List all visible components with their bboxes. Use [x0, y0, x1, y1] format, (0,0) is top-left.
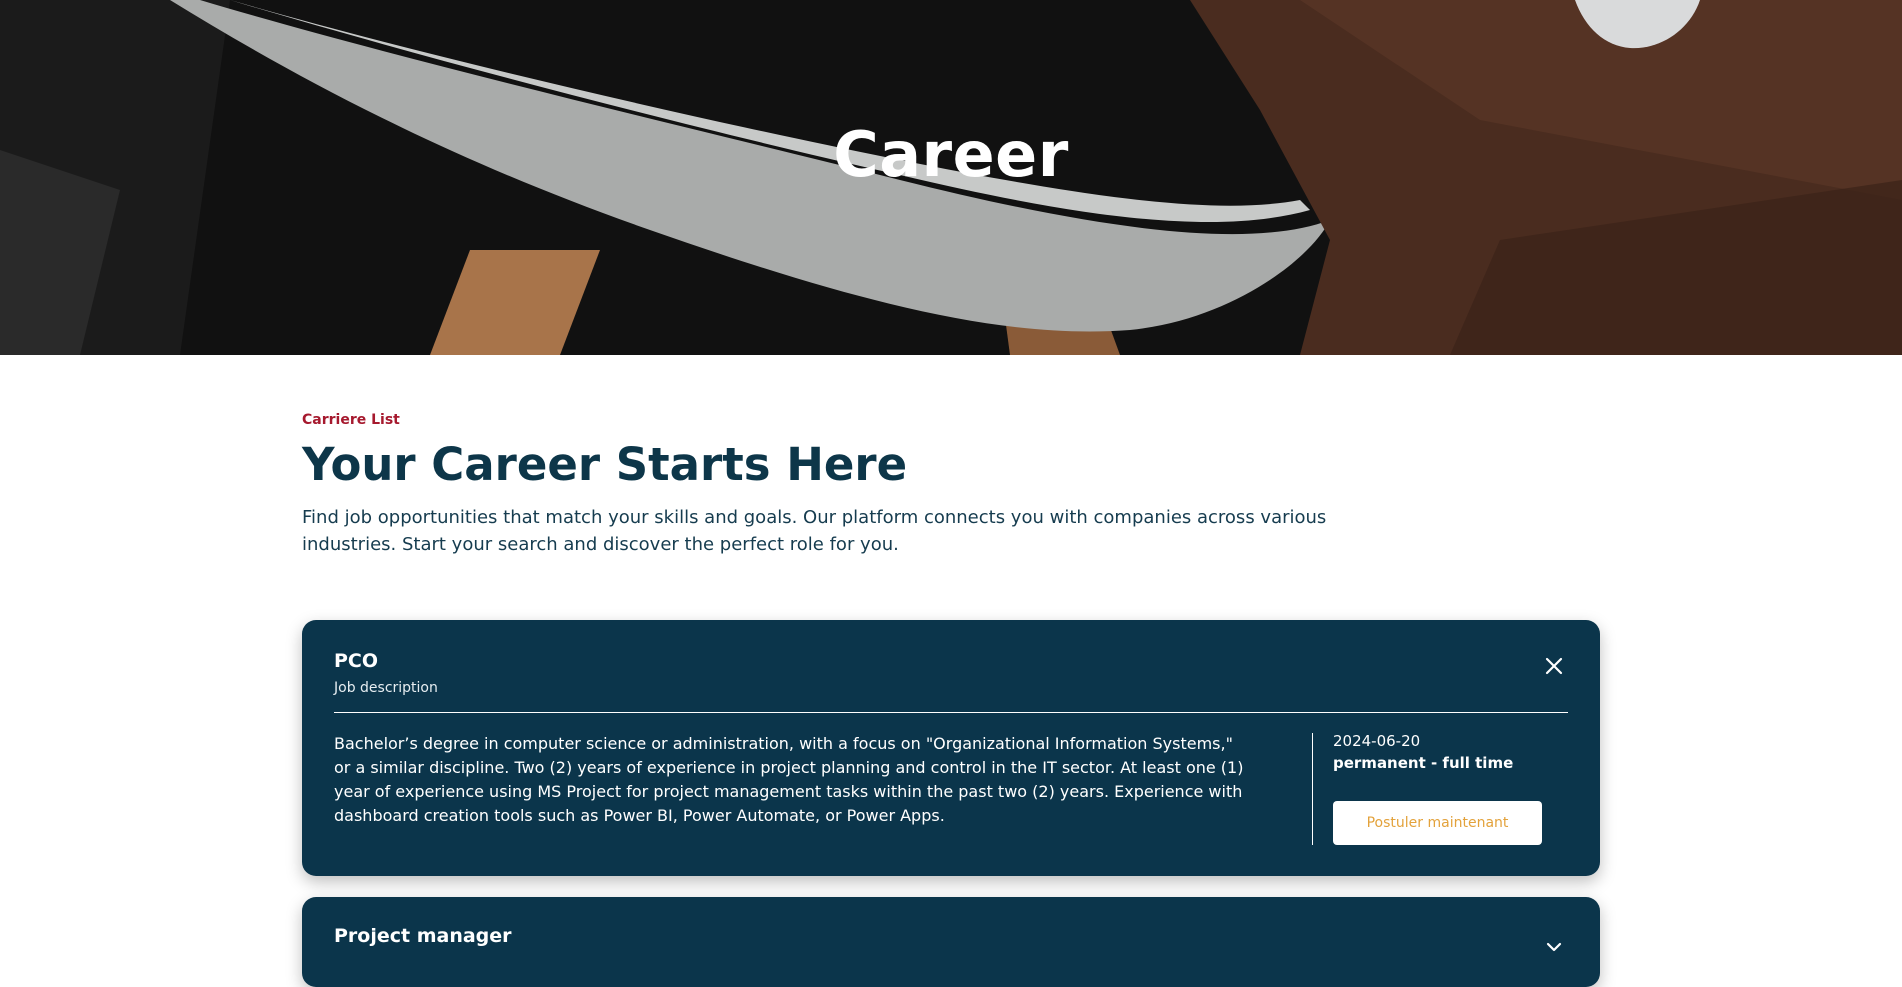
job-meta: 2024-06-20 permanent - full time — [1333, 732, 1513, 772]
job-card-project-manager[interactable]: Project manager — [302, 897, 1600, 987]
page-title: Career — [833, 118, 1069, 191]
job-date: 2024-06-20 — [1333, 732, 1421, 750]
close-icon — [1545, 657, 1563, 675]
job-title: PCO — [334, 650, 379, 672]
hero-banner: Career — [0, 0, 1902, 355]
card-divider — [334, 712, 1568, 713]
expand-button[interactable] — [1544, 937, 1564, 957]
section-eyebrow: Carriere List — [302, 412, 400, 428]
job-subtitle: Job description — [334, 680, 438, 696]
section-heading: Your Career Starts Here — [302, 438, 908, 491]
section-intro: Find job opportunities that match your s… — [302, 507, 1327, 555]
job-card-pco: PCO Job description Bachelor’s degree in… — [302, 620, 1600, 876]
vertical-divider — [1312, 733, 1313, 845]
career-intro-section: Carriere List Your Career Starts Here Fi… — [302, 412, 1602, 558]
job-title: Project manager — [334, 925, 512, 947]
job-contract-type: permanent - full time — [1333, 754, 1514, 772]
apply-button[interactable]: Postuler maintenant — [1333, 801, 1542, 845]
chevron-down-icon — [1546, 942, 1562, 952]
job-description: Bachelor’s degree in computer science or… — [334, 734, 1244, 825]
collapse-button[interactable] — [1544, 656, 1564, 676]
